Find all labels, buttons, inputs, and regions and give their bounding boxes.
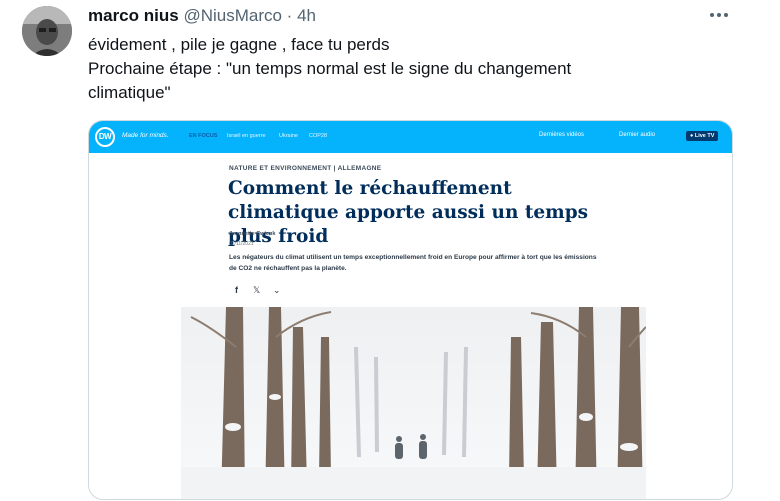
article-date: 02/11/2021 <box>229 241 254 247</box>
tweet-text-line: climatique" <box>88 83 171 102</box>
latest-videos-link: Dernières vidéos <box>539 132 585 138</box>
article-kicker: NATURE ET ENVIRONNEMENT | ALLEMAGNE <box>229 165 382 172</box>
separator: · <box>286 6 293 25</box>
dw-logo: DW <box>95 127 115 147</box>
chevron-down-icon: ⌄ <box>273 285 281 295</box>
timestamp[interactable]: 4h <box>297 6 316 25</box>
nav-focus: EN FOCUS <box>189 133 218 139</box>
display-name[interactable]: marco nius <box>88 6 179 25</box>
more-dots-icon[interactable] <box>706 6 732 24</box>
tweet-text-line: évidement , pile je gagne , face tu perd… <box>88 35 390 54</box>
site-tagline: Made for minds. <box>122 132 169 139</box>
tweet-text-line: Prochaine étape : "un temps normal est l… <box>88 59 572 78</box>
facebook-icon: f <box>235 285 238 295</box>
x-icon: 𝕏 <box>253 285 261 295</box>
article-teaser: Les négateurs du climat utilisent un tem… <box>229 254 597 272</box>
latest-audio-link: Dernier audio <box>619 132 656 138</box>
live-tv-badge: ● Live TV <box>686 131 719 141</box>
article-headline: Comment le réchauffement climatique appo… <box>228 178 589 247</box>
nav-item: Ukraine <box>279 133 298 139</box>
nav-item: COP28 <box>309 133 328 139</box>
snowy-avenue-photo <box>181 307 646 499</box>
article-author: Jeannette Cwienk <box>229 231 276 237</box>
site-header-bar: DW Made for minds. EN FOCUS Israël en gu… <box>89 121 732 153</box>
nav-item: Israël en guerre <box>227 133 266 139</box>
tweet-text: évidement , pile je gagne , face tu perd… <box>88 33 728 105</box>
tweet-header: marco nius @NiusMarco · 4h <box>88 6 316 26</box>
avatar[interactable] <box>22 6 72 56</box>
media-card[interactable]: DW Made for minds. EN FOCUS Israël en gu… <box>88 120 733 500</box>
handle[interactable]: @NiusMarco <box>183 6 282 25</box>
